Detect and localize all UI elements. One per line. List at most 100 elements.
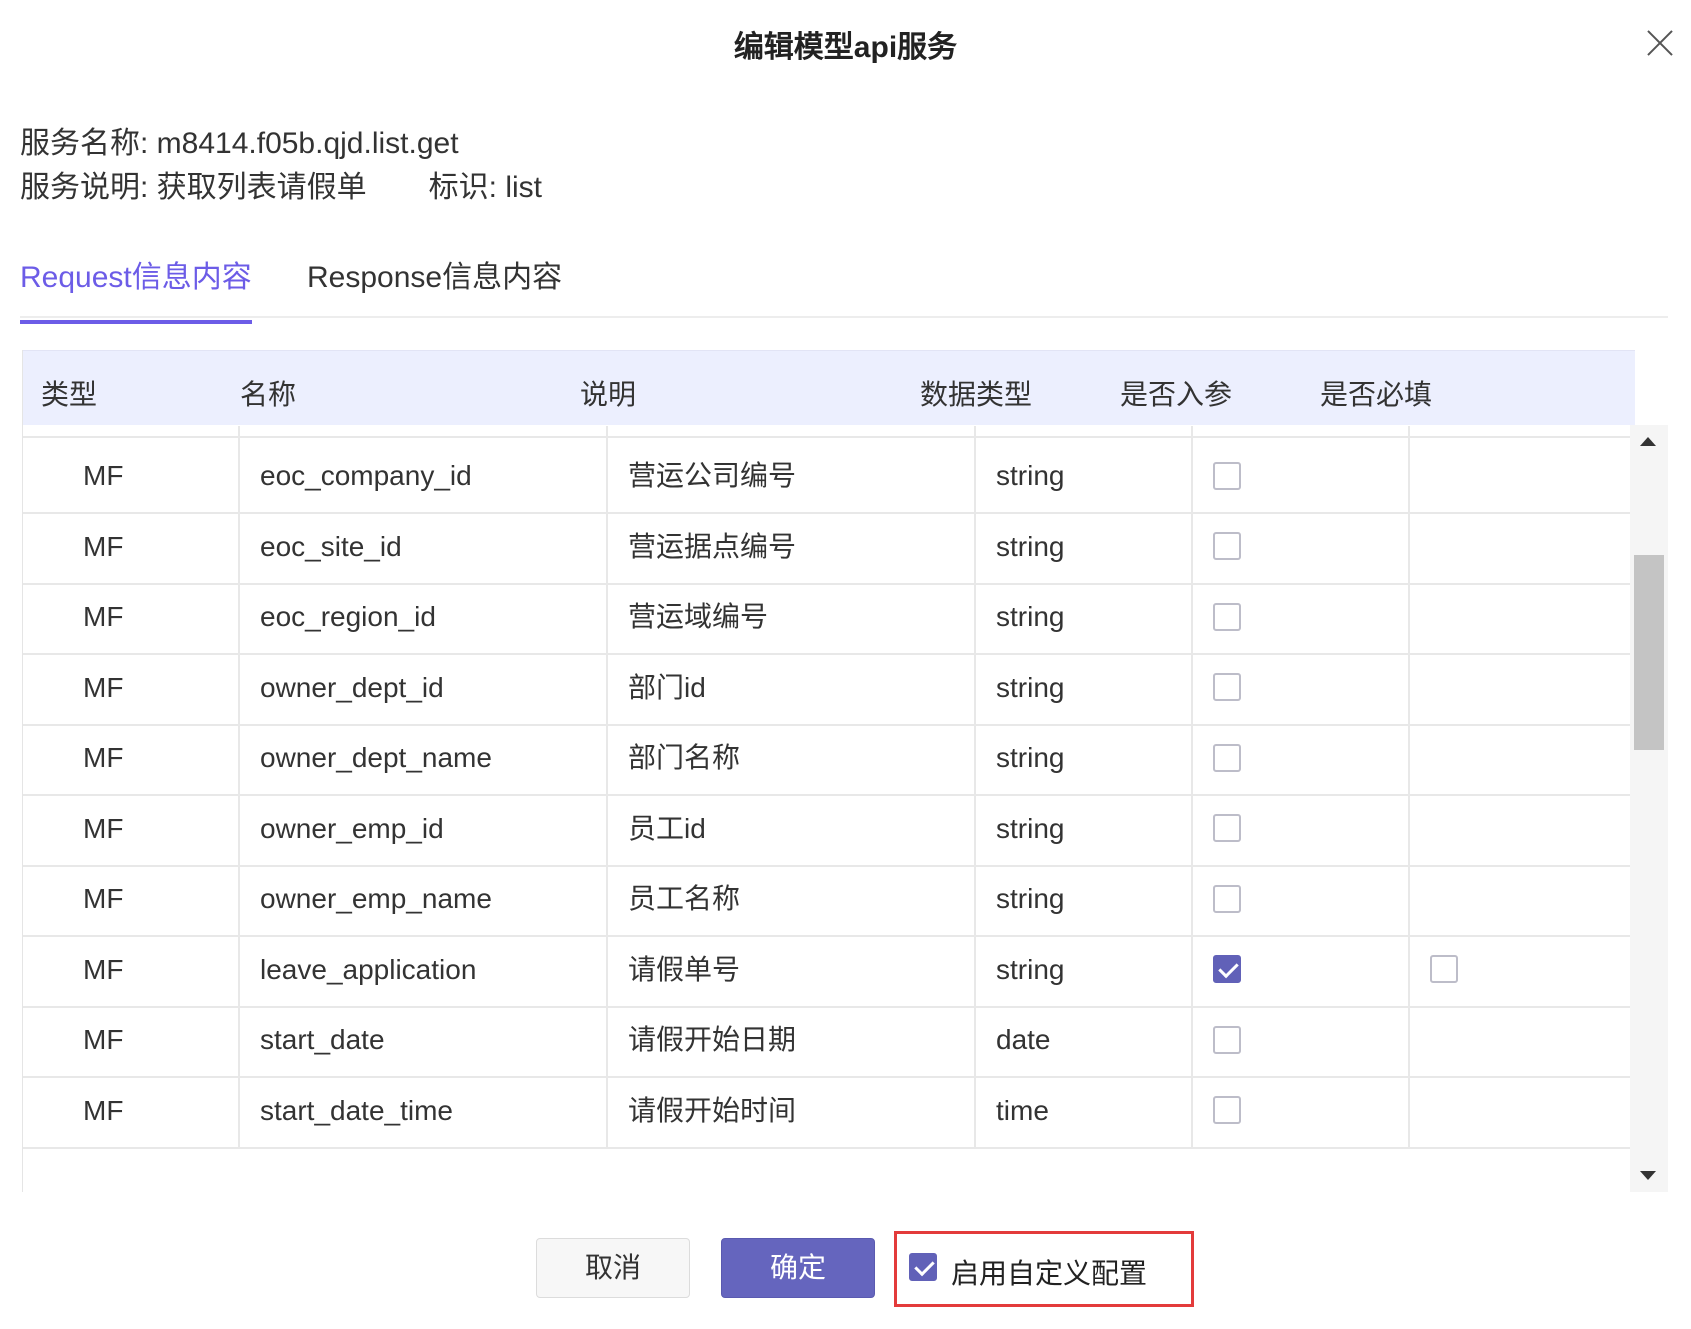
- header-data-type: 数据类型: [920, 379, 1033, 410]
- scrollbar-thumb[interactable]: [1634, 555, 1664, 750]
- cell-data-type: string: [976, 438, 1193, 514]
- cell-data-type: string: [976, 579, 1193, 655]
- table-row: MF leave_application 请假单号 string: [23, 931, 1635, 1008]
- cell-is-param: [1193, 649, 1410, 726]
- table-row: MF start_date 请假开始日期 date: [23, 1002, 1635, 1078]
- cell-desc: 请假开始时间: [608, 1072, 976, 1149]
- cell-is-param: [1193, 1072, 1410, 1149]
- cell-is-required: [1410, 720, 1635, 796]
- cell-desc: 营运域编号: [608, 579, 976, 655]
- table-row: MF owner_emp_name 员工名称 string: [23, 861, 1635, 937]
- custom-config-highlight: 启用自定义配置: [894, 1231, 1194, 1307]
- custom-config-label: 启用自定义配置: [951, 1258, 1148, 1289]
- cell-name: eoc_company_id: [240, 438, 608, 514]
- is-required-checkbox[interactable]: [1430, 955, 1458, 984]
- cancel-button[interactable]: 取消: [536, 1238, 690, 1298]
- service-name: 服务名称: m8414.f05b.qjd.list.get: [20, 127, 459, 160]
- dialog-footer: 取消 确定 启用自定义配置: [0, 1231, 1691, 1328]
- confirm-button[interactable]: 确定: [721, 1238, 875, 1298]
- header-type: 类型: [41, 379, 98, 410]
- cell-type: MF: [23, 861, 240, 937]
- table-header: 类型 名称 说明 数据类型 是否入参 是否必填: [23, 350, 1635, 425]
- table-row: MF eoc_site_id 营运据点编号 string: [23, 508, 1635, 585]
- cell-data-type: string: [976, 508, 1193, 585]
- cell-desc: 请假单号: [608, 931, 976, 1008]
- cell-data-type: string: [976, 649, 1193, 726]
- cell-type: MF: [23, 790, 240, 867]
- cell-is-required: [1410, 861, 1635, 937]
- close-icon[interactable]: [1645, 28, 1675, 58]
- cell-type: MF: [23, 438, 240, 514]
- edit-api-dialog: 编辑模型api服务 服务名称: m8414.f05b.qjd.list.get …: [0, 0, 1691, 1329]
- cell-data-type: string: [976, 790, 1193, 867]
- cell-data-type: string: [976, 931, 1193, 1008]
- cell-type: MF: [23, 720, 240, 796]
- service-description: 服务说明: 获取列表请假单: [20, 171, 367, 204]
- cell-data-type: string: [976, 861, 1193, 937]
- cell-name: owner_emp_name: [240, 861, 608, 937]
- cell-data-type: date: [976, 1002, 1193, 1078]
- cell-is-required: [1410, 579, 1635, 655]
- service-identifier: 标识: list: [428, 171, 543, 204]
- is-param-checkbox[interactable]: [1213, 743, 1241, 772]
- cell-is-required: [1410, 790, 1635, 867]
- is-param-checkbox[interactable]: [1213, 884, 1241, 913]
- cell-desc: 部门名称: [608, 720, 976, 796]
- cell-name: eoc_region_id: [240, 579, 608, 655]
- cell-is-param: [1193, 720, 1410, 796]
- table-scrollbar[interactable]: [1630, 425, 1668, 1192]
- table-row: MF eoc_region_id 营运域编号 string: [23, 579, 1635, 655]
- header-desc: 说明: [580, 379, 637, 410]
- cell-data-type: time: [976, 1072, 1193, 1149]
- cell-is-param: [1193, 508, 1410, 585]
- cell-name: start_date: [240, 1002, 608, 1078]
- cell-is-param: [1193, 931, 1410, 1008]
- cell-name: leave_application: [240, 931, 608, 1008]
- cell-desc: 员工名称: [608, 861, 976, 937]
- is-param-checkbox[interactable]: [1213, 1096, 1241, 1125]
- cell-name: eoc_site_id: [240, 508, 608, 585]
- is-param-checkbox[interactable]: [1213, 602, 1241, 631]
- triangle-down-icon[interactable]: [1640, 1171, 1656, 1180]
- cell-type: MF: [23, 508, 240, 585]
- cell-is-param: [1193, 438, 1410, 514]
- cell-is-required: [1410, 438, 1635, 514]
- partial-row: [23, 426, 1635, 438]
- cell-name: owner_dept_id: [240, 649, 608, 726]
- header-is-param: 是否入参: [1120, 379, 1233, 410]
- tab-response[interactable]: Response信息内容: [307, 252, 562, 320]
- tab-request[interactable]: Request信息内容: [20, 252, 252, 324]
- cell-is-required: [1410, 649, 1635, 726]
- header-is-required: 是否必填: [1320, 379, 1433, 410]
- is-param-checkbox[interactable]: [1213, 814, 1241, 843]
- triangle-up-icon[interactable]: [1640, 437, 1656, 446]
- table-row: MF owner_dept_id 部门id string: [23, 649, 1635, 726]
- cell-desc: 请假开始日期: [608, 1002, 976, 1078]
- is-param-checkbox[interactable]: [1213, 1025, 1241, 1054]
- is-param-checkbox[interactable]: [1213, 461, 1241, 490]
- cell-is-required: [1410, 931, 1635, 1008]
- cell-is-required: [1410, 508, 1635, 585]
- is-param-checkbox[interactable]: [1213, 532, 1241, 561]
- cell-is-param: [1193, 1002, 1410, 1078]
- cell-is-param: [1193, 790, 1410, 867]
- cell-is-required: [1410, 1072, 1635, 1149]
- table-row: MF owner_emp_id 员工id string: [23, 790, 1635, 867]
- cell-is-required: [1410, 1002, 1635, 1078]
- cell-is-param: [1193, 579, 1410, 655]
- cell-desc: 部门id: [608, 649, 976, 726]
- cell-type: MF: [23, 931, 240, 1008]
- cell-is-param: [1193, 861, 1410, 937]
- dialog-title: 编辑模型api服务: [733, 31, 958, 64]
- cell-desc: 营运据点编号: [608, 508, 976, 585]
- cell-type: MF: [23, 1002, 240, 1078]
- custom-config-checkbox[interactable]: [909, 1253, 937, 1281]
- cell-name: owner_emp_id: [240, 790, 608, 867]
- table-row: MF eoc_company_id 营运公司编号 string: [23, 438, 1635, 514]
- cell-desc: 员工id: [608, 790, 976, 867]
- fields-table: 类型 名称 说明 数据类型 是否入参 是否必填 MF eoc_company_id…: [22, 350, 1668, 1192]
- cell-name: start_date_time: [240, 1072, 608, 1149]
- is-param-checkbox[interactable]: [1213, 673, 1241, 702]
- is-param-checkbox[interactable]: [1213, 955, 1241, 984]
- cell-name: owner_dept_name: [240, 720, 608, 796]
